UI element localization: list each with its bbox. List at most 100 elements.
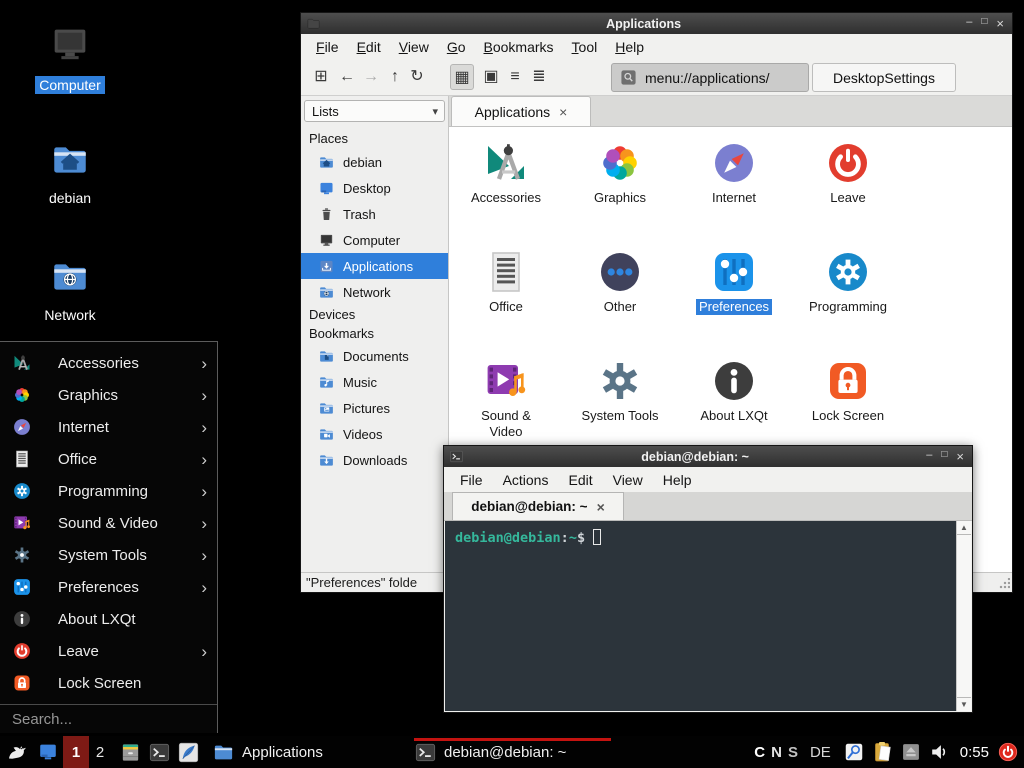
menu-item-label: About LXQt xyxy=(58,611,207,628)
sidebar-item-downloads[interactable]: Downloads xyxy=(301,447,448,473)
terminal-scrollbar[interactable]: ▲ ▼ xyxy=(956,521,971,711)
terminal-titlebar[interactable]: debian@debian: ~ – □ × xyxy=(444,446,972,467)
music-folder-icon xyxy=(318,374,335,391)
info-icon xyxy=(710,357,758,405)
menu-file[interactable]: File xyxy=(307,36,348,58)
task-applications[interactable]: Applications xyxy=(212,736,408,768)
scroll-down-icon[interactable]: ▼ xyxy=(957,697,971,711)
fm-titlebar[interactable]: Applications – □ × xyxy=(301,13,1012,34)
menu-item-sound-video[interactable]: Sound & Video › xyxy=(0,507,217,539)
desktop-icon-computer[interactable]: Computer xyxy=(26,22,114,95)
menu-item-accessories[interactable]: Accessories › xyxy=(0,347,217,379)
menu-edit[interactable]: Edit xyxy=(558,469,602,491)
desktop-icon-debian[interactable]: debian xyxy=(26,139,114,208)
sidebar-item-desktop[interactable]: Desktop xyxy=(301,175,448,201)
show-desktop-button[interactable] xyxy=(36,741,60,763)
menu-item-preferences[interactable]: Preferences › xyxy=(0,571,217,603)
back-icon[interactable]: ← xyxy=(335,64,359,90)
menu-go[interactable]: Go xyxy=(438,36,475,58)
menu-item-programming[interactable]: Programming › xyxy=(0,475,217,507)
file-manager-launcher[interactable] xyxy=(119,741,142,764)
removable-media-icon[interactable] xyxy=(901,742,921,762)
menu-item-graphics[interactable]: Graphics › xyxy=(0,379,217,411)
tab-applications[interactable]: Applications × xyxy=(451,96,591,126)
thumbnail-view-icon[interactable]: ▣ xyxy=(479,64,503,90)
menu-edit[interactable]: Edit xyxy=(348,36,390,58)
app-icon-leave[interactable]: Leave xyxy=(791,139,905,248)
app-icon-other[interactable]: Other xyxy=(563,248,677,357)
sidebar-item-documents[interactable]: Documents xyxy=(301,343,448,369)
workspace-1-button[interactable]: 1 xyxy=(63,736,89,768)
sidebar-item-computer[interactable]: Computer xyxy=(301,227,448,253)
menu-item-internet[interactable]: Internet › xyxy=(0,411,217,443)
desktop-icon-network[interactable]: Network xyxy=(26,256,114,325)
tab-debian[interactable]: debian@debian: ~ × xyxy=(452,492,624,520)
screenshot-tray-icon[interactable] xyxy=(843,741,865,763)
icon-view-icon[interactable]: ▦ xyxy=(450,64,474,90)
minimize-button[interactable]: – xyxy=(966,17,972,30)
maximize-button[interactable]: □ xyxy=(941,450,947,463)
path-segment-desktopsettings[interactable]: DesktopSettings xyxy=(812,63,956,92)
clock[interactable]: 0:55 xyxy=(960,744,989,761)
app-icon-preferences[interactable]: Preferences xyxy=(677,248,791,357)
sidebar-item-videos[interactable]: Videos xyxy=(301,421,448,447)
main-menu-button[interactable] xyxy=(4,740,30,764)
kbd-num-indicator[interactable]: N xyxy=(771,744,782,761)
app-icon-internet[interactable]: Internet xyxy=(677,139,791,248)
terminal-screen[interactable]: debian@debian:~$ ▲ ▼ xyxy=(445,521,971,711)
sidebar-item-applications[interactable]: Applications xyxy=(301,253,448,279)
close-button[interactable]: × xyxy=(996,17,1004,30)
menu-help[interactable]: Help xyxy=(606,36,653,58)
volume-icon[interactable] xyxy=(929,741,951,763)
menu-item-system-tools[interactable]: System Tools › xyxy=(0,539,217,571)
app-icon-label: About LXQt xyxy=(697,408,770,424)
text-editor-launcher[interactable] xyxy=(177,741,200,764)
close-button[interactable]: × xyxy=(956,450,964,463)
computer-icon xyxy=(318,232,335,249)
scroll-up-icon[interactable]: ▲ xyxy=(957,521,971,535)
task-terminal[interactable]: debian@debian: ~ xyxy=(414,736,610,768)
tab-close-icon[interactable]: × xyxy=(559,105,567,119)
sidebar-mode-value: Lists xyxy=(312,104,339,119)
minimize-button[interactable]: – xyxy=(926,450,932,463)
kbd-caps-indicator[interactable]: C xyxy=(754,744,765,761)
kbd-scroll-indicator[interactable]: S xyxy=(788,744,798,761)
menu-view[interactable]: View xyxy=(390,36,438,58)
app-icon-graphics[interactable]: Graphics xyxy=(563,139,677,248)
sidebar-item-trash[interactable]: Trash xyxy=(301,201,448,227)
refresh-icon[interactable]: ↻ xyxy=(405,64,429,90)
sidebar-item-network[interactable]: Network xyxy=(301,279,448,305)
app-icon-accessories[interactable]: Accessories xyxy=(449,139,563,248)
power-button[interactable] xyxy=(997,741,1019,763)
sidebar-item-debian[interactable]: debian xyxy=(301,149,448,175)
menu-tool[interactable]: Tool xyxy=(563,36,607,58)
app-icon-office[interactable]: Office xyxy=(449,248,563,357)
forward-icon[interactable]: → xyxy=(359,64,383,90)
tab-close-icon[interactable]: × xyxy=(597,500,605,514)
menu-item-lock-screen[interactable]: Lock Screen xyxy=(0,667,217,699)
menu-bookmarks[interactable]: Bookmarks xyxy=(475,36,563,58)
sidebar-item-pictures[interactable]: Pictures xyxy=(301,395,448,421)
new-tab-icon[interactable]: ⊞ xyxy=(309,64,333,90)
menu-item-about-lxqt[interactable]: About LXQt xyxy=(0,603,217,635)
resize-grip[interactable] xyxy=(998,578,1010,590)
app-icon-programming[interactable]: Programming xyxy=(791,248,905,357)
keyboard-layout-indicator[interactable]: DE xyxy=(810,744,831,761)
clipboard-tray-icon[interactable] xyxy=(871,740,895,764)
menu-view[interactable]: View xyxy=(603,469,653,491)
menu-actions[interactable]: Actions xyxy=(493,469,559,491)
detailed-view-icon[interactable]: ≣ xyxy=(527,64,551,90)
menu-item-office[interactable]: Office › xyxy=(0,443,217,475)
path-segment-current[interactable]: menu://applications/ xyxy=(611,63,809,92)
up-icon[interactable]: ↑ xyxy=(383,64,407,90)
compact-view-icon[interactable]: ≡ xyxy=(503,64,527,90)
menu-help[interactable]: Help xyxy=(653,469,702,491)
menu-item-leave[interactable]: Leave › xyxy=(0,635,217,667)
maximize-button[interactable]: □ xyxy=(981,17,987,30)
workspace-2-button[interactable]: 2 xyxy=(89,736,111,768)
search-input[interactable] xyxy=(0,705,217,734)
sidebar-mode-select[interactable]: Lists ▾ xyxy=(304,100,445,122)
sidebar-item-music[interactable]: Music xyxy=(301,369,448,395)
terminal-launcher[interactable] xyxy=(148,741,171,764)
menu-file[interactable]: File xyxy=(450,469,493,491)
